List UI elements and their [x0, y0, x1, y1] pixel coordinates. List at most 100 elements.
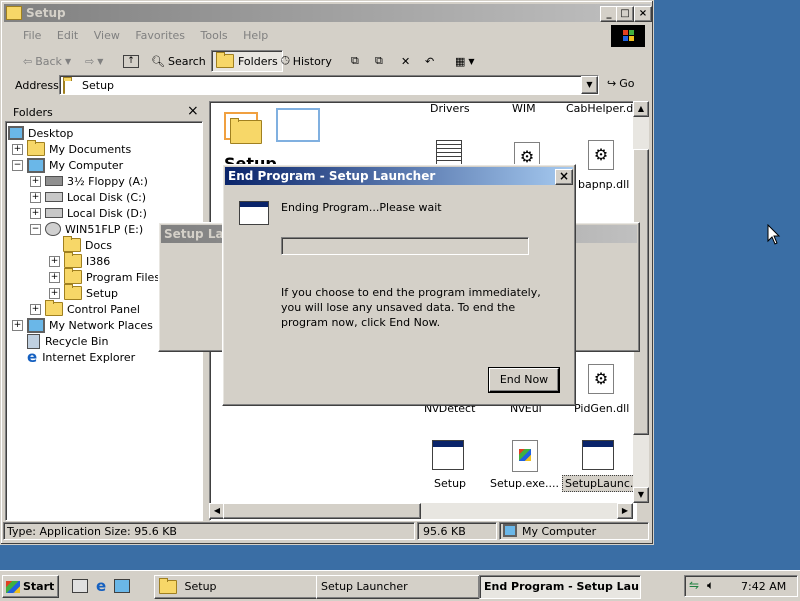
history-button[interactable]: 🕒︎ History [277, 50, 336, 72]
scroll-down-button[interactable]: ▼ [633, 487, 649, 503]
internet-explorer-icon: e [27, 348, 38, 366]
tree-item-win51flp[interactable]: − WIN51FLP (E:) [30, 221, 143, 237]
maximize-button[interactable]: □ [616, 6, 634, 22]
tree-item-floppy[interactable]: +3½ Floppy (A:) [30, 173, 148, 189]
tree-item-network-places[interactable]: + My Network Places [12, 317, 153, 333]
show-desktop-icon[interactable] [72, 579, 88, 593]
forward-button[interactable]: ⇨ ▼ [81, 50, 107, 72]
scroll-up-button[interactable]: ▲ [633, 101, 649, 117]
dialog-titlebar[interactable]: End Program - Setup Launcher × [225, 167, 573, 185]
file-setup-exe[interactable]: Setup.exe.... [490, 477, 559, 490]
collapse-icon[interactable]: − [30, 223, 41, 235]
clock[interactable]: 7:42 AM [741, 580, 786, 593]
address-field[interactable]: Setup ▼ [59, 75, 599, 95]
expand-icon[interactable]: + [12, 319, 23, 331]
floppy-icon [45, 176, 63, 186]
tree-item-my-documents[interactable]: + My Documents [12, 140, 131, 157]
tree-item-local-disk-c[interactable]: + Local Disk (C:) [30, 189, 146, 205]
tree-item-internet-explorer[interactable]: e Internet Explorer [27, 348, 135, 366]
expand-icon[interactable]: + [30, 175, 41, 187]
file-setup-launcher-selected[interactable]: SetupLaunc... [562, 475, 636, 492]
explorer-titlebar[interactable]: Setup _ □ × [4, 4, 652, 22]
expand-icon[interactable]: + [49, 287, 60, 299]
folders-button[interactable]: Folders [211, 50, 283, 72]
scroll-thumb[interactable] [223, 503, 421, 519]
desktop-icon [8, 126, 24, 140]
tree-item-control-panel[interactable]: + Control Panel [30, 300, 140, 317]
setup-app-window-icon[interactable] [432, 440, 464, 470]
tree-item-recycle-bin[interactable]: Recycle Bin [27, 333, 108, 349]
menu-file[interactable]: File [23, 29, 41, 42]
task-end-program[interactable]: End Program - Setup Lau... [479, 575, 641, 599]
horizontal-scrollbar[interactable]: ◀ ▶ [209, 503, 633, 519]
up-folder-icon: ↑ [123, 54, 139, 68]
status-zone: My Computer [499, 522, 649, 540]
internet-explorer-icon[interactable]: e [96, 577, 106, 595]
menu-view[interactable]: View [94, 29, 120, 42]
folder-icon [64, 268, 82, 284]
go-button[interactable]: ↪ Go [607, 77, 634, 90]
delete-button[interactable]: ✕ [397, 50, 414, 72]
expand-icon[interactable]: + [49, 271, 60, 283]
folder-icon [6, 6, 22, 20]
end-program-dialog: End Program - Setup Launcher × Ending Pr… [222, 164, 576, 406]
views-icon: ▦ [455, 54, 466, 68]
outlook-express-icon[interactable] [114, 579, 131, 593]
file-cabhelper[interactable]: CabHelper.dll [566, 102, 636, 115]
tree-item-my-computer[interactable]: − My Computer [12, 157, 123, 173]
gear-dll-icon[interactable]: ⚙ [588, 140, 614, 170]
end-now-button[interactable]: End Now [489, 368, 559, 392]
program-window-icon [239, 201, 269, 225]
undo-button[interactable]: ↶ [421, 50, 438, 72]
menu-edit[interactable]: Edit [57, 29, 78, 42]
tree-item-local-disk-d[interactable]: + Local Disk (D:) [30, 205, 147, 221]
dialog-close-button[interactable]: × [555, 169, 573, 185]
expand-icon[interactable]: + [30, 303, 41, 315]
scroll-right-button[interactable]: ▶ [617, 503, 633, 519]
expand-icon[interactable]: + [49, 255, 60, 267]
folder-icon [159, 578, 177, 594]
menu-help[interactable]: Help [243, 29, 268, 42]
tree-item-program-files[interactable]: + Program Files [49, 268, 160, 285]
setup-launcher-window-icon[interactable] [582, 440, 614, 470]
tree-item-setup[interactable]: + Setup [49, 284, 118, 301]
views-button[interactable]: ▦ ▼ [451, 50, 479, 72]
computer-icon [503, 524, 517, 537]
task-setup-launcher[interactable]: Setup Launcher [316, 575, 480, 599]
file-wim[interactable]: WIM [512, 102, 536, 115]
expand-icon[interactable]: + [12, 143, 23, 155]
file-pidgen[interactable]: PidGen.dll [574, 402, 629, 415]
file-setup[interactable]: Setup [434, 477, 466, 490]
gear-dll-icon[interactable]: ⚙ [588, 364, 614, 394]
close-button[interactable]: × [634, 6, 652, 22]
search-button[interactable]: 🔍︎ Search [147, 50, 210, 72]
mouse-pointer-icon [767, 223, 781, 249]
move-to-icon: ⧉ [351, 54, 359, 67]
up-folder-button[interactable]: ↑ [119, 50, 143, 72]
volume-icon[interactable]: 🔈︎ [707, 578, 714, 593]
back-button[interactable]: ⇦ Back ▼ [19, 50, 75, 72]
menu-favorites[interactable]: Favorites [135, 29, 185, 42]
undo-icon: ↶ [425, 54, 435, 68]
copy-to-icon: ⧉ [375, 54, 383, 67]
file-bapnp[interactable]: bapnp.dll [578, 178, 629, 191]
network-tray-icon[interactable]: ⇋ [689, 578, 699, 592]
tree-item-desktop[interactable]: Desktop [8, 125, 73, 141]
copy-to-button[interactable]: ⧉ [371, 50, 387, 72]
status-info: Type: Application Size: 95.6 KB [3, 522, 415, 540]
start-button[interactable]: Start [2, 575, 59, 598]
collapse-icon[interactable]: − [12, 159, 23, 171]
tree-item-i386[interactable]: + I386 [49, 252, 110, 269]
tree-item-docs[interactable]: Docs [63, 236, 112, 253]
menu-tools[interactable]: Tools [201, 29, 228, 42]
task-setup[interactable]: Setup [154, 575, 318, 599]
close-pane-button[interactable]: × [187, 103, 199, 119]
move-to-button[interactable]: ⧉ [347, 50, 363, 72]
cd-drive-icon [45, 222, 61, 236]
file-drivers[interactable]: Drivers [430, 102, 470, 115]
address-dropdown-button[interactable]: ▼ [581, 76, 598, 94]
expand-icon[interactable]: + [30, 191, 41, 203]
setup-exe-icon[interactable] [512, 440, 538, 472]
expand-icon[interactable]: + [30, 207, 41, 219]
quick-launch: e [66, 577, 154, 595]
